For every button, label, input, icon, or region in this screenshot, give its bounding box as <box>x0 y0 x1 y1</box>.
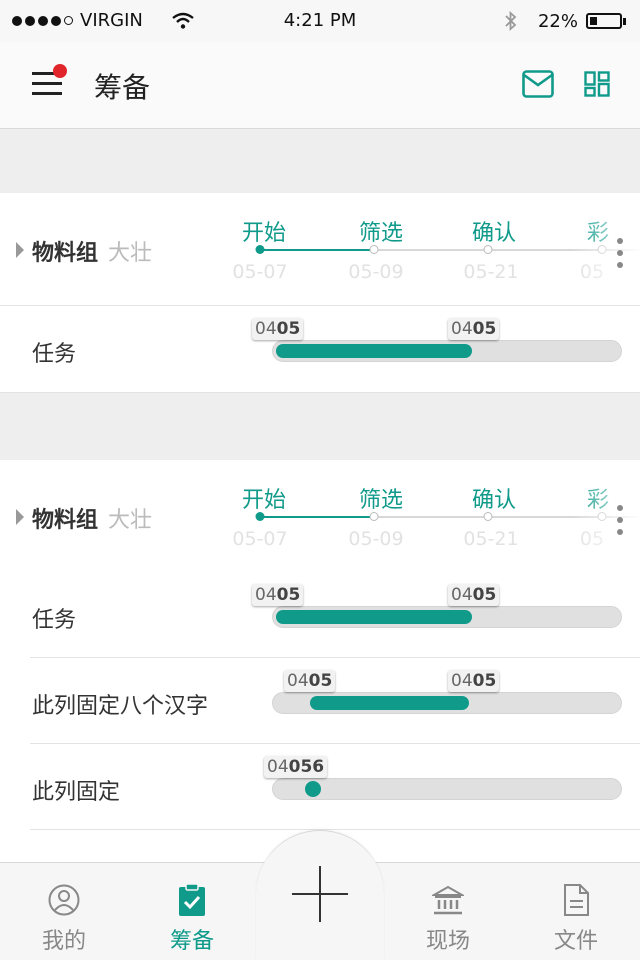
stage-node <box>369 245 379 254</box>
task-row[interactable]: 此列固定 04056 <box>0 744 640 830</box>
add-icon[interactable] <box>292 866 348 922</box>
progress-track <box>272 692 622 714</box>
timeline-progress <box>260 249 374 251</box>
stage-label[interactable]: 开始 <box>242 482 286 514</box>
group-header[interactable]: 物料组 大壮 开始 筛选 确认 彩 05-07 05-09 05-21 05 <box>0 460 640 573</box>
page-title: 筹备 <box>94 71 151 104</box>
clipboard-check-icon <box>179 883 205 916</box>
expand-caret-icon[interactable] <box>16 509 24 525</box>
progress-fill <box>309 696 469 710</box>
more-options-icon[interactable] <box>617 238 623 268</box>
progress-fill <box>276 610 473 624</box>
start-date-tag: 04056 <box>264 756 328 778</box>
task-row[interactable]: 此列固定八个汉字 0405 0405 <box>0 658 640 744</box>
end-date-tag: 0405 <box>448 584 500 606</box>
expand-caret-icon[interactable] <box>16 242 24 258</box>
more-options-icon[interactable] <box>617 505 623 535</box>
group-owner: 大壮 <box>108 241 153 266</box>
progress-fill <box>276 344 473 358</box>
progress-dot <box>304 781 321 797</box>
notification-badge <box>53 64 67 78</box>
start-date-tag: 0405 <box>252 584 304 606</box>
progress-track <box>272 606 622 628</box>
bank-icon <box>432 885 464 915</box>
user-icon <box>48 884 80 916</box>
task-name: 任务 <box>32 608 77 633</box>
stage-label[interactable]: 确认 <box>472 215 516 247</box>
task-row[interactable]: 任务 0405 0405 <box>0 572 640 658</box>
app-screen: VIRGIN 4:21 PM 22% 筹备 物料组 大壮 开始 筛选 确认 05… <box>0 0 640 960</box>
task-name: 此列固定 <box>32 780 121 805</box>
stage-node <box>369 512 379 521</box>
timeline-progress <box>260 516 374 518</box>
start-date-tag: 0405 <box>252 318 304 340</box>
stage-label[interactable]: 开始 <box>242 215 286 247</box>
progress-track <box>272 340 622 362</box>
stage-label[interactable]: 筛选 <box>359 215 403 247</box>
group-name: 物料组 <box>32 508 99 533</box>
end-date-tag: 0405 <box>448 670 500 692</box>
tab-files[interactable]: 文件 <box>512 863 640 960</box>
task-name: 此列固定八个汉字 <box>32 694 209 719</box>
progress-track <box>272 778 622 800</box>
scroll-fade <box>570 193 640 305</box>
group-owner: 大壮 <box>108 508 153 533</box>
group-name: 物料组 <box>32 241 99 266</box>
stage-node <box>483 245 493 254</box>
group-header[interactable]: 物料组 大壮 开始 筛选 确认 彩 05-07 05-09 05-21 05 <box>0 193 640 306</box>
battery-area: 22% <box>504 10 626 32</box>
bluetooth-icon <box>505 10 517 32</box>
document-icon <box>564 884 589 916</box>
stage-node <box>255 245 265 254</box>
stage-date: 05-07 <box>232 261 288 283</box>
stage-date: 05-09 <box>348 528 404 550</box>
stage-label[interactable]: 确认 <box>472 482 516 514</box>
task-row[interactable]: 任务 0405 0405 <box>0 306 640 392</box>
tab-label: 我的 <box>41 929 86 954</box>
stage-date: 05-21 <box>463 528 519 550</box>
tab-prepare[interactable]: 筹备 <box>128 863 256 960</box>
stage-label[interactable]: 筛选 <box>359 482 403 514</box>
tab-label: 文件 <box>553 929 598 954</box>
end-date-tag: 0405 <box>448 318 500 340</box>
section-spacer <box>0 129 640 193</box>
stage-date: 05-21 <box>463 261 519 283</box>
section-spacer <box>0 392 640 461</box>
row-divider <box>30 829 640 830</box>
tab-label: 筹备 <box>169 929 214 954</box>
battery-percent: 22% <box>537 10 578 32</box>
tab-label: 现场 <box>425 929 470 954</box>
status-bar: VIRGIN 4:21 PM 22% <box>0 0 640 42</box>
start-date-tag: 0405 <box>284 670 336 692</box>
grid-icon[interactable] <box>584 71 610 97</box>
tab-mine[interactable]: 我的 <box>0 863 128 960</box>
stage-node <box>483 512 493 521</box>
tab-onsite[interactable]: 现场 <box>384 863 512 960</box>
nav-header: 筹备 <box>0 42 640 129</box>
mail-icon[interactable] <box>522 70 554 98</box>
stage-date: 05-09 <box>348 261 404 283</box>
task-name: 任务 <box>32 342 77 367</box>
stage-node <box>255 512 265 521</box>
battery-icon <box>586 13 622 29</box>
stage-date: 05-07 <box>232 528 288 550</box>
scroll-fade <box>570 460 640 572</box>
